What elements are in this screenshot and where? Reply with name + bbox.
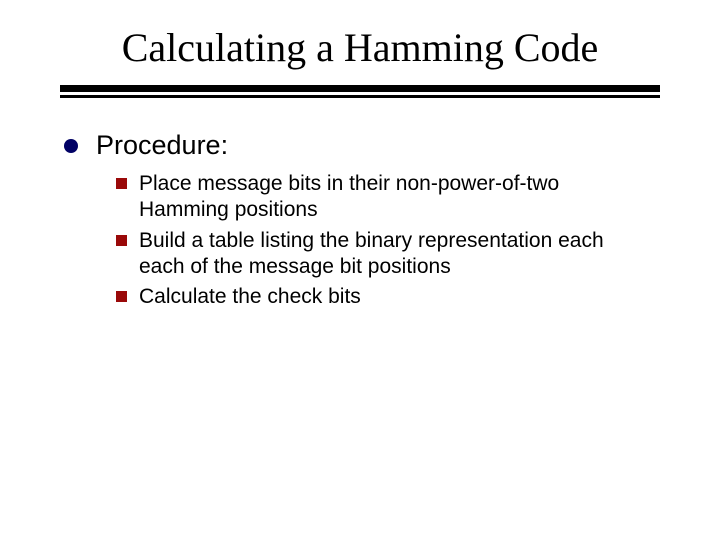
square-bullet-icon xyxy=(116,178,127,189)
circle-bullet-icon xyxy=(64,139,78,153)
sublist-item-text: Place message bits in their non-power-of… xyxy=(139,171,649,224)
sublist-item-text: Build a table listing the binary represe… xyxy=(139,228,649,281)
list-item-label: Procedure: xyxy=(96,130,228,161)
rule-bar-top xyxy=(60,85,660,92)
sublist-item-text: Calculate the check bits xyxy=(139,284,361,310)
square-bullet-icon xyxy=(116,291,127,302)
sublist-item: Place message bits in their non-power-of… xyxy=(116,171,660,224)
sublist-item: Calculate the check bits xyxy=(116,284,660,310)
slide-title: Calculating a Hamming Code xyxy=(60,24,660,71)
rule-bar-bottom xyxy=(60,95,660,98)
slide: Calculating a Hamming Code Procedure: Pl… xyxy=(0,0,720,540)
title-underline xyxy=(60,85,660,98)
square-bullet-icon xyxy=(116,235,127,246)
list-item-procedure: Procedure: xyxy=(64,130,660,161)
sublist-item: Build a table listing the binary represe… xyxy=(116,228,660,281)
sublist: Place message bits in their non-power-of… xyxy=(116,171,660,310)
